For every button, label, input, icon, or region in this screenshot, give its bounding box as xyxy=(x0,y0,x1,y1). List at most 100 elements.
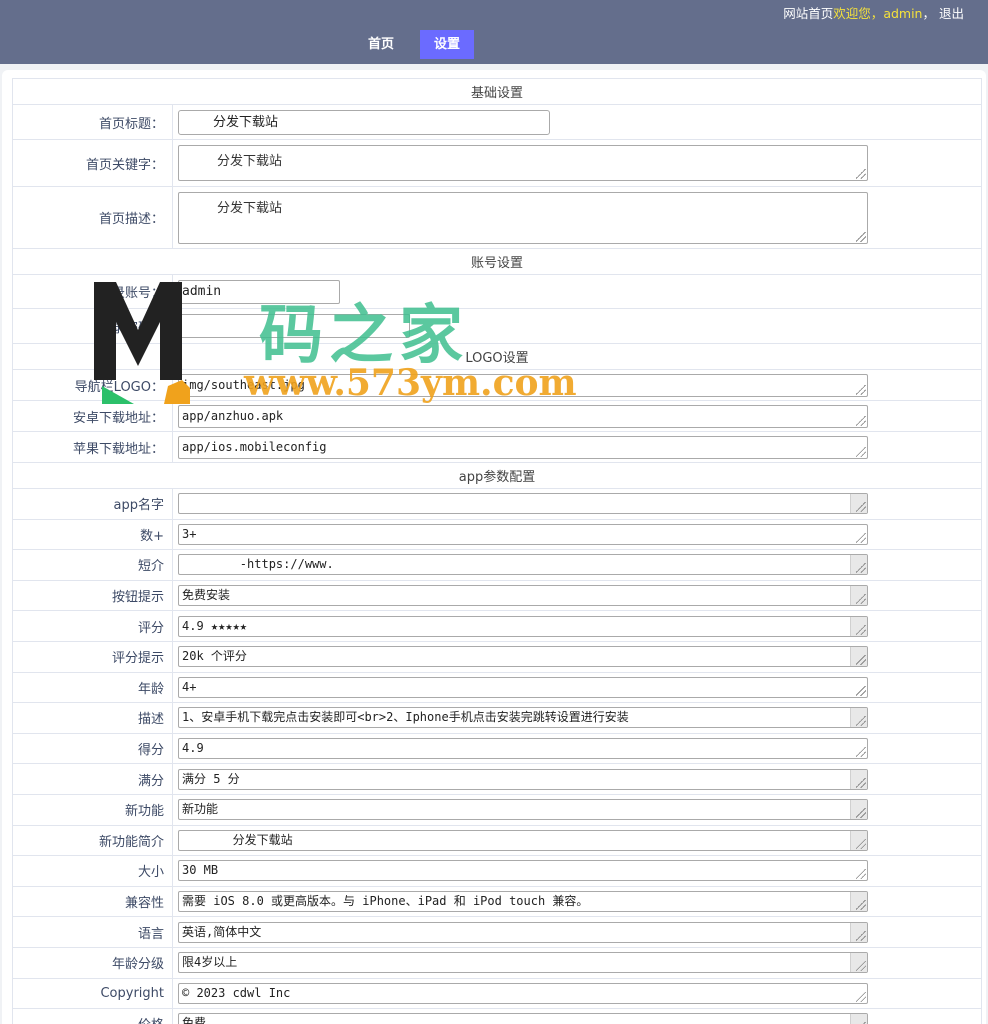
table-row: 满分 满分 5 分 xyxy=(12,763,982,795)
app-param-value: 免费 xyxy=(182,1016,207,1024)
app-param-input[interactable]: © 2023 cdwl Inc xyxy=(178,982,868,1004)
user-links: 网站首页欢迎您，admin， 退出 xyxy=(783,3,964,22)
app-param-cell: 分发下载站 xyxy=(172,824,982,857)
app-param-input[interactable] xyxy=(178,493,868,515)
table-row: 价格免费 xyxy=(12,1008,982,1024)
table-row: 新功能简介 分发下载站 xyxy=(12,824,982,857)
home-desc-value: 分发下载站 xyxy=(217,200,283,216)
resize-grip-icon[interactable] xyxy=(856,169,866,179)
nav-logo-label: 导航栏LOGO： xyxy=(12,369,173,401)
app-param-input[interactable]: 1、安卓手机下载完点击安装即可<br>2、Iphone手机点击安装完跳转设置进行… xyxy=(178,707,868,729)
app-param-cell: 英语,简体中文 xyxy=(172,916,982,948)
nav-logo-input[interactable]: img/southeast.jpg xyxy=(178,373,868,397)
app-param-label: 满分 xyxy=(12,763,173,795)
app-param-input[interactable]: 英语,简体中文 xyxy=(178,921,868,943)
app-param-label: 新功能 xyxy=(12,793,173,826)
resize-grip-icon[interactable] xyxy=(856,446,866,457)
section-app: app参数配置 xyxy=(12,462,982,489)
home-title-input[interactable]: 分发下载站 xyxy=(178,109,550,135)
app-config-rows: app名字 数+ 3+ 短介 -https://www. 按钮提示 免费安装 评分 4.9 ★… xyxy=(12,488,982,1024)
app-param-input[interactable]: 20k 个评分 xyxy=(178,646,868,668)
home-title-label: 首页标题： xyxy=(12,104,173,140)
login-pass-input[interactable] xyxy=(178,314,410,338)
resize-grip-icon[interactable] xyxy=(856,900,866,911)
app-param-value: 免费安装 xyxy=(182,588,231,603)
app-param-label: 大小 xyxy=(12,855,173,887)
app-param-cell: 3+ xyxy=(172,518,982,551)
resize-grip-icon[interactable] xyxy=(856,930,866,941)
resize-grip-icon[interactable] xyxy=(856,384,866,395)
table-row: 年龄分级 限4岁以上 xyxy=(12,946,982,979)
tab-settings[interactable]: 设置 xyxy=(420,30,475,59)
resize-grip-icon[interactable] xyxy=(856,716,866,727)
app-param-cell: 满分 5 分 xyxy=(172,763,982,795)
home-desc-label: 首页描述： xyxy=(12,186,173,249)
app-param-label: Copyright xyxy=(12,977,173,1010)
resize-grip-icon[interactable] xyxy=(856,685,866,696)
table-row: Copyright © 2023 cdwl Inc xyxy=(12,977,982,1010)
resize-grip-icon[interactable] xyxy=(856,502,866,513)
app-param-label: 年龄 xyxy=(12,671,173,704)
app-param-label: app名字 xyxy=(12,488,173,520)
resize-grip-icon[interactable] xyxy=(856,961,866,972)
resize-grip-icon[interactable] xyxy=(856,747,866,758)
app-param-input[interactable]: 免费 xyxy=(178,1013,868,1024)
app-param-value: 4.9 xyxy=(182,741,204,756)
home-keywords-textarea[interactable]: 分发下载站 xyxy=(178,145,868,181)
resize-grip-icon[interactable] xyxy=(856,532,866,543)
home-desc-textarea[interactable]: 分发下载站 xyxy=(178,191,868,244)
ios-url-input[interactable]: app/ios.mobileconfig xyxy=(178,435,868,459)
app-param-input[interactable]: 4.9 xyxy=(178,738,868,760)
resize-grip-icon[interactable] xyxy=(856,991,866,1002)
resize-grip-icon[interactable] xyxy=(856,777,866,788)
separator: ， xyxy=(922,6,935,21)
app-param-label: 新功能简介 xyxy=(12,824,173,857)
main-nav: 首页 设置 xyxy=(354,30,475,59)
app-param-input[interactable]: -https://www. xyxy=(178,554,868,576)
app-param-input[interactable]: 分发下载站 xyxy=(178,829,868,851)
resize-grip-icon[interactable] xyxy=(856,594,866,605)
ios-url-label: 苹果下载地址： xyxy=(12,431,173,463)
app-param-cell: 4.9 xyxy=(172,732,982,765)
app-param-input[interactable]: 新功能 xyxy=(178,799,868,821)
app-param-value: 需要 iOS 8.0 或更高版本。与 iPhone、iPad 和 iPod to… xyxy=(182,894,589,909)
app-param-input[interactable]: 3+ xyxy=(178,523,868,545)
app-param-input[interactable]: 满分 5 分 xyxy=(178,768,868,790)
resize-grip-icon[interactable] xyxy=(856,231,866,242)
table-row: 评分提示 20k 个评分 xyxy=(12,640,982,673)
table-row: 数+ 3+ xyxy=(12,518,982,551)
app-param-input[interactable]: 30 MB xyxy=(178,860,868,882)
app-param-input[interactable]: 需要 iOS 8.0 或更高版本。与 iPhone、iPad 和 iPod to… xyxy=(178,891,868,913)
app-param-input[interactable]: 限4岁以上 xyxy=(178,952,868,974)
app-param-label: 评分 xyxy=(12,610,173,642)
app-param-cell: 免费 xyxy=(172,1008,982,1024)
android-url-value: app/anzhuo.apk xyxy=(182,408,284,423)
resize-grip-icon[interactable] xyxy=(856,808,866,819)
table-row: 兼容性 需要 iOS 8.0 或更高版本。与 iPhone、iPad 和 iPod… xyxy=(12,885,982,918)
resize-grip-icon[interactable] xyxy=(856,838,866,849)
settings-form: 基础设置 首页标题： 分发下载站 首页关键字： 分发下载站 首页描述： 分发下载… xyxy=(12,78,982,1024)
login-pass-label: 登录密码： xyxy=(12,308,173,344)
app-param-value: 20k 个评分 xyxy=(182,649,247,664)
app-param-value: 新功能 xyxy=(182,802,219,817)
android-url-input[interactable]: app/anzhuo.apk xyxy=(178,404,868,428)
tab-home[interactable]: 首页 xyxy=(354,30,408,59)
table-row: 按钮提示 免费安装 xyxy=(12,579,982,612)
app-param-value: 4.9 ★★★★★ xyxy=(182,618,248,633)
app-param-cell: 新功能 xyxy=(172,793,982,826)
app-param-input[interactable]: 免费安装 xyxy=(178,585,868,607)
app-param-label: 语言 xyxy=(12,916,173,948)
logout-link[interactable]: 退出 xyxy=(939,6,964,21)
resize-grip-icon[interactable] xyxy=(856,655,866,666)
table-row: 短介 -https://www. xyxy=(12,549,982,581)
resize-grip-icon[interactable] xyxy=(856,624,866,635)
app-param-input[interactable]: 4.9 ★★★★★ xyxy=(178,615,868,637)
resize-grip-icon[interactable] xyxy=(856,415,866,426)
resize-grip-icon[interactable] xyxy=(856,563,866,574)
app-param-input[interactable]: 4+ xyxy=(178,676,868,698)
login-user-input[interactable]: admin xyxy=(178,279,340,304)
table-row: 年龄 4+ xyxy=(12,671,982,704)
resize-grip-icon[interactable] xyxy=(856,869,866,880)
site-home-link[interactable]: 网站首页 xyxy=(783,6,833,21)
app-param-label: 年龄分级 xyxy=(12,946,173,979)
